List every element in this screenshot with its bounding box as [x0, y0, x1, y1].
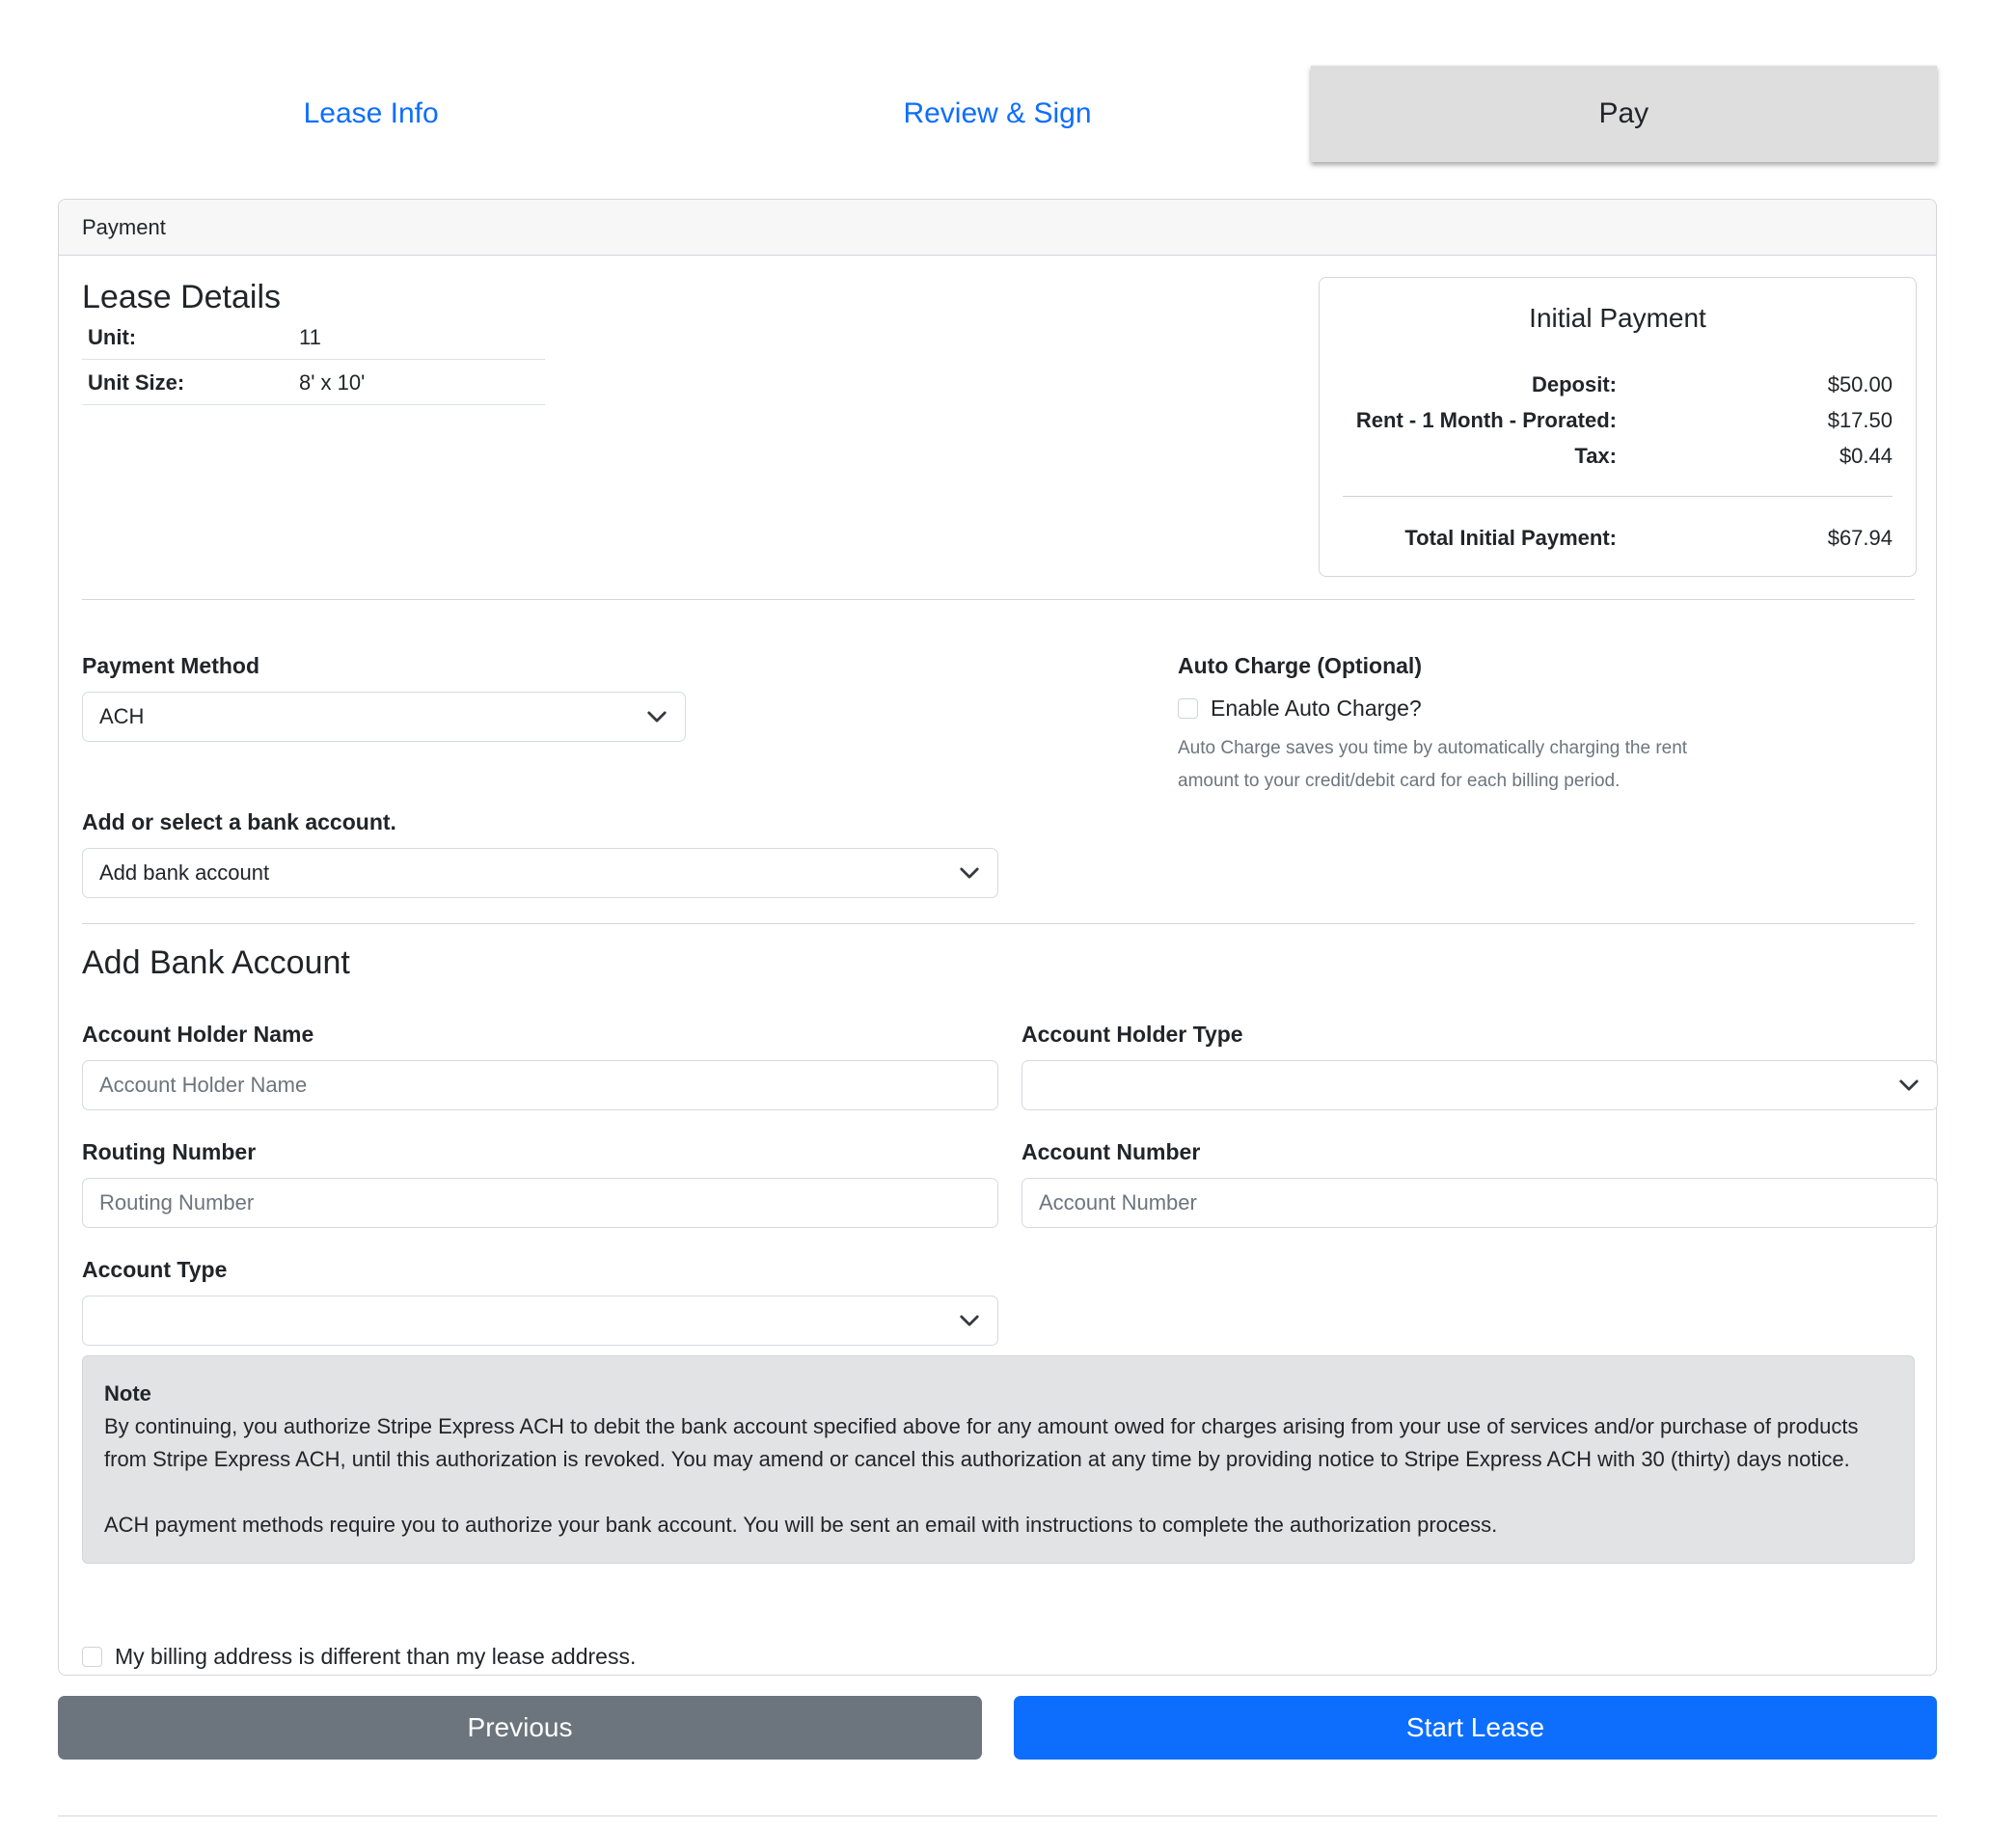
auto-charge-checkbox-label: Enable Auto Charge?: [1211, 696, 1422, 721]
note-title: Note: [104, 1381, 151, 1406]
ach-note: Note By continuing, you authorize Stripe…: [82, 1355, 1915, 1564]
detail-row-unit: Unit: 11: [82, 315, 545, 360]
detail-label: Unit Size:: [88, 369, 185, 395]
detail-value: 8' x 10': [299, 369, 366, 395]
payment-total-value: $67.94: [1827, 526, 1893, 550]
auto-charge-label: Auto Charge (Optional): [1178, 653, 1422, 678]
lease-details-title: Lease Details: [82, 279, 282, 315]
payment-row-value: $17.50: [1827, 408, 1893, 432]
routing-number-placeholder: Routing Number: [99, 1190, 255, 1215]
tab-pay[interactable]: Pay: [1310, 66, 1937, 162]
account-holder-type-select[interactable]: [1022, 1060, 1938, 1110]
start-lease-button[interactable]: Start Lease: [1014, 1696, 1937, 1760]
payment-method-value: ACH: [99, 704, 145, 728]
auto-charge-checkbox[interactable]: [1178, 698, 1198, 719]
routing-number-input[interactable]: Routing Number: [82, 1178, 998, 1228]
payment-method-select[interactable]: ACH: [82, 692, 686, 742]
section-divider: [82, 923, 1915, 924]
payment-method-label: Payment Method: [82, 653, 260, 678]
chevron-down-icon: [960, 1315, 979, 1326]
tab-review-sign[interactable]: Review & Sign: [684, 66, 1310, 162]
previous-button[interactable]: Previous: [58, 1696, 982, 1760]
chevron-down-icon: [647, 711, 667, 723]
card-header-title: Payment: [82, 214, 166, 239]
note-paragraph: By continuing, you authorize Stripe Expr…: [104, 1414, 1859, 1471]
footer-divider: [58, 1815, 1937, 1816]
account-type-select[interactable]: [82, 1296, 998, 1346]
bank-account-select[interactable]: Add bank account: [82, 848, 998, 898]
payment-divider: [1343, 496, 1893, 497]
payment-total-label: Total Initial Payment:: [1404, 526, 1617, 550]
payment-row-label: Deposit:: [1532, 372, 1617, 396]
account-number-placeholder: Account Number: [1039, 1190, 1197, 1215]
auto-charge-help-line: Auto Charge saves you time by automatica…: [1178, 738, 1688, 758]
account-holder-name-placeholder: Account Holder Name: [99, 1073, 308, 1097]
billing-address-checkbox[interactable]: [82, 1647, 102, 1667]
account-holder-name-label: Account Holder Name: [82, 1022, 314, 1047]
bank-account-select-label: Add or select a bank account.: [82, 809, 396, 834]
account-holder-type-label: Account Holder Type: [1022, 1022, 1243, 1047]
detail-label: Unit:: [88, 324, 137, 349]
chevron-down-icon: [960, 867, 979, 879]
add-bank-account-title: Add Bank Account: [82, 944, 350, 981]
detail-value: 11: [299, 324, 321, 349]
note-paragraph: ACH payment methods require you to autho…: [104, 1513, 1498, 1537]
detail-row-unit-size: Unit Size: 8' x 10': [82, 361, 545, 405]
account-number-label: Account Number: [1022, 1139, 1201, 1164]
routing-number-label: Routing Number: [82, 1139, 257, 1164]
account-number-input[interactable]: Account Number: [1022, 1178, 1938, 1228]
lease-payment-page: Lease Info Review & Sign Pay Payment Lea…: [0, 0, 2016, 1829]
chevron-down-icon: [1899, 1079, 1919, 1091]
payment-row-value: $50.00: [1827, 372, 1893, 396]
payment-card: Payment Lease Details Unit: 11 Unit Size…: [58, 199, 1938, 1676]
bank-account-select-value: Add bank account: [99, 860, 270, 885]
initial-payment-title: Initial Payment: [1529, 303, 1706, 333]
account-type-label: Account Type: [82, 1257, 228, 1282]
tab-lease-info[interactable]: Lease Info: [58, 66, 684, 162]
initial-payment-box: Initial Payment Deposit: $50.00 Rent - 1…: [1319, 277, 1917, 577]
billing-address-checkbox-label: My billing address is different than my …: [115, 1644, 637, 1669]
account-holder-name-input[interactable]: Account Holder Name: [82, 1060, 998, 1110]
auto-charge-help-line: amount to your credit/debit card for eac…: [1178, 771, 1621, 791]
payment-row-label: Rent - 1 Month - Prorated:: [1355, 408, 1617, 432]
payment-row-label: Tax:: [1574, 444, 1617, 468]
section-divider: [82, 599, 1915, 600]
auto-charge-help: Auto Charge saves you time by automatica…: [1178, 732, 1687, 798]
payment-row-value: $0.44: [1839, 444, 1893, 468]
card-header: Payment: [59, 200, 1936, 256]
wizard-tabs: Lease Info Review & Sign Pay: [58, 66, 1937, 162]
